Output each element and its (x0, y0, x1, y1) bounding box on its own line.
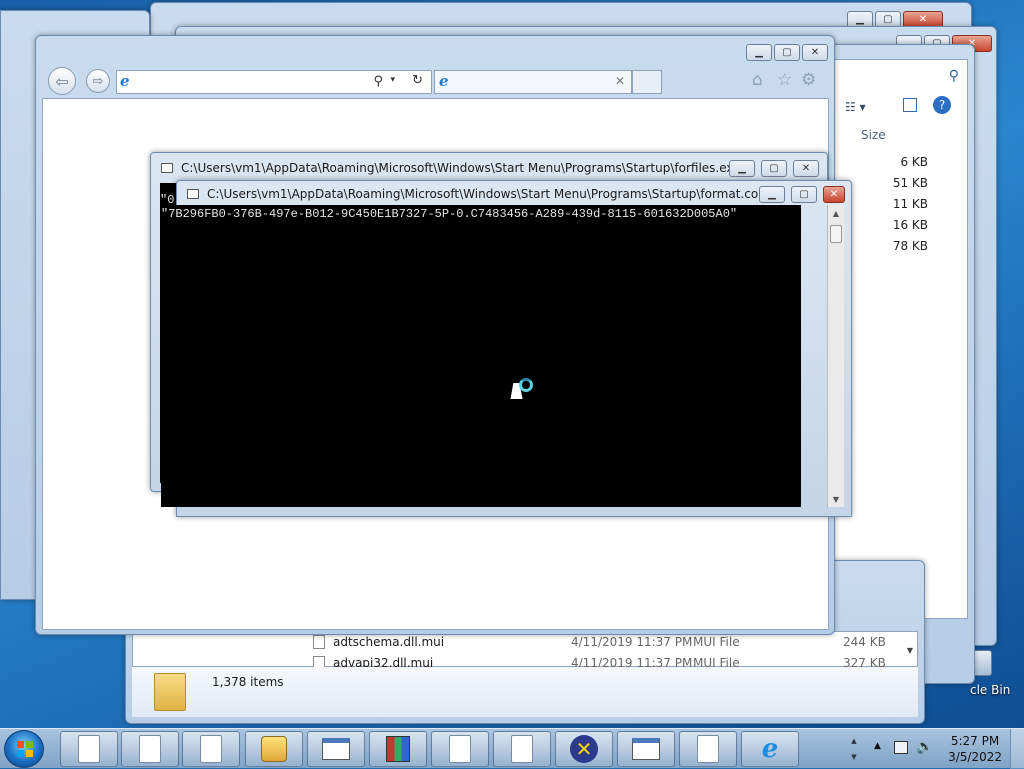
start-button[interactable] (4, 730, 44, 768)
document-icon (511, 735, 533, 763)
search-icon[interactable]: ⚲ (949, 68, 959, 84)
taskbar-scroll-arrows[interactable]: ▲ ▼ (848, 733, 860, 765)
minimize-button[interactable]: ▁ (746, 44, 772, 61)
window-controls: ▁ ▢ ✕ (729, 160, 819, 177)
taskbar-item-archive[interactable] (369, 731, 427, 767)
scroll-up-arrow[interactable]: ▲ (828, 205, 844, 221)
hand-icon (261, 736, 287, 762)
document-icon (78, 735, 100, 763)
column-header-size[interactable]: Size (861, 128, 886, 142)
scroll-down-arrow[interactable]: ▼ (907, 646, 913, 655)
taskbar-item-x-app[interactable]: ✕ (555, 731, 613, 767)
internet-explorer-icon: e (761, 734, 779, 764)
ie-tab-icon: e (439, 72, 449, 90)
file-icon (313, 635, 325, 649)
taskbar-item-hand-app[interactable] (245, 731, 303, 767)
size-cell: 16 KB (892, 218, 928, 232)
console-app-icon (632, 738, 660, 760)
size-cell: 51 KB (892, 176, 928, 190)
address-input[interactable] (141, 75, 371, 91)
console-window-format[interactable]: C:\Users\vm1\AppData\Roaming\Microsoft\W… (161, 180, 852, 517)
recycle-bin-label[interactable]: cle Bin (970, 683, 1010, 697)
item-count: 1,378 items (212, 675, 284, 689)
address-bar[interactable]: e ⚲ ▾ ↻ (116, 70, 432, 94)
dropdown-icon[interactable]: ▾ (390, 75, 395, 85)
taskbar-item-internet-explorer[interactable]: e (741, 731, 799, 767)
console-output[interactable]: "7B296FB0-376B-497e-B012-9C450E1B7327-5P… (161, 205, 801, 507)
status-bar: 1,378 items (132, 667, 918, 717)
taskbar-item-console-2[interactable] (617, 731, 675, 767)
size-cell: 78 KB (892, 239, 928, 253)
favorites-icon[interactable]: ☆ (777, 70, 792, 90)
file-size: 244 KB (843, 635, 886, 649)
taskbar-item-document-2[interactable] (121, 731, 179, 767)
vertical-scrollbar[interactable]: ▲ ▼ (827, 205, 844, 507)
console-icon (161, 163, 173, 173)
document-icon (697, 735, 719, 763)
close-button[interactable]: ✕ (793, 160, 819, 177)
taskbar-item-document-5[interactable] (493, 731, 551, 767)
file-list: adtschema.dll.mui 4/11/2019 11:37 PM MUI… (132, 631, 918, 670)
archive-icon (386, 736, 410, 762)
refresh-icon[interactable]: ↻ (412, 73, 423, 88)
size-column: 6 KB 51 KB 11 KB 16 KB 78 KB (840, 150, 928, 260)
clock-time: 5:27 PM (950, 734, 1000, 748)
close-button[interactable]: ✕ (802, 44, 828, 61)
close-button[interactable]: ✕ (823, 186, 845, 203)
back-button[interactable]: ⇦ (48, 67, 76, 95)
taskbar-item-document-4[interactable] (431, 731, 489, 767)
document-icon (449, 735, 471, 763)
scroll-thumb[interactable] (830, 225, 842, 243)
console-icon (187, 189, 199, 199)
forward-button[interactable]: ⇨ (86, 69, 110, 93)
size-cell: 11 KB (892, 197, 928, 211)
show-hidden-icons-arrow[interactable]: ▲ (874, 741, 881, 751)
show-desktop-button[interactable] (1010, 729, 1024, 769)
file-type: MUI File (693, 635, 740, 649)
folder-icon (154, 673, 186, 711)
gear-icon[interactable]: ⚙ (801, 70, 816, 90)
busy-spinner-icon (519, 378, 533, 392)
window-title: C:\Users\vm1\AppData\Roaming\Microsoft\W… (181, 161, 741, 175)
windows-logo-icon (17, 741, 33, 757)
minimize-button[interactable]: ▁ (729, 160, 755, 177)
view-options-icon[interactable]: ☷ ▾ (845, 100, 866, 114)
file-date: 4/11/2019 11:37 PM (571, 635, 693, 649)
system-tray: ▲ 🔈 5:27 PM 3/5/2022 (864, 729, 1024, 769)
search-icon[interactable]: ⚲ (373, 74, 383, 89)
network-icon[interactable] (894, 741, 908, 754)
console-line: "7B296FB0-376B-497e-B012-9C450E1B7327-5P… (161, 207, 738, 221)
x-app-icon: ✕ (570, 735, 598, 763)
ie-page-icon: e (120, 72, 130, 90)
explorer-content: ⚲ ☷ ▾ ? Size (832, 59, 968, 619)
close-tab-icon[interactable]: ✕ (615, 74, 625, 88)
clock-date: 3/5/2022 (948, 750, 1002, 764)
taskbar: ✕ e ▲ ▼ ▲ 🔈 5:27 PM 3/5/2022 (0, 728, 1024, 769)
clock[interactable]: 5:27 PM 3/5/2022 (948, 733, 1002, 765)
taskbar-item-document-1[interactable] (60, 731, 118, 767)
scroll-down-arrow[interactable]: ▼ (828, 491, 844, 507)
new-tab-button[interactable] (632, 70, 662, 94)
window-controls: ▁ ▢ ✕ (746, 44, 828, 61)
help-icon[interactable]: ? (933, 96, 951, 114)
console-app-icon (322, 738, 350, 760)
preview-pane-icon[interactable] (903, 98, 917, 112)
document-icon (139, 735, 161, 763)
maximize-button[interactable]: ▢ (761, 160, 787, 177)
maximize-button[interactable]: ▢ (791, 186, 817, 203)
volume-icon[interactable]: 🔈 (916, 739, 933, 755)
taskbar-item-document-6[interactable] (679, 731, 737, 767)
window-title: C:\Users\vm1\AppData\Roaming\Microsoft\W… (207, 187, 770, 201)
home-icon[interactable]: ⌂ (752, 70, 763, 90)
minimize-button[interactable]: ▁ (759, 186, 785, 203)
document-icon (200, 735, 222, 763)
taskbar-item-document-3[interactable] (182, 731, 240, 767)
size-cell: 6 KB (900, 155, 928, 169)
maximize-button[interactable]: ▢ (774, 44, 800, 61)
file-name[interactable]: adtschema.dll.mui (333, 635, 444, 649)
taskbar-item-console-1[interactable] (307, 731, 365, 767)
window-controls: ▁ ▢ ✕ (759, 186, 845, 203)
browser-tab[interactable]: e ✕ (434, 70, 632, 94)
